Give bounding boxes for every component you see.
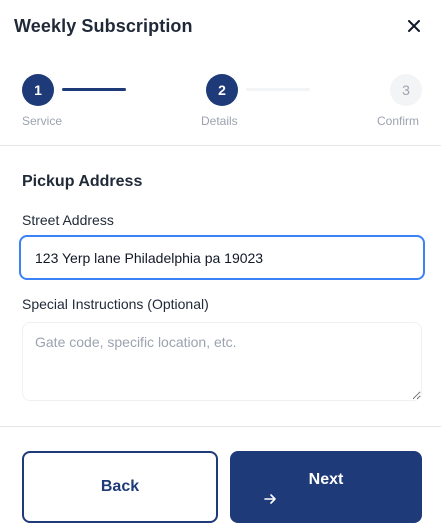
section-title: Pickup Address [22, 173, 143, 190]
progress-stepper: 1 Service 2 Details 3 Confirm [0, 70, 441, 140]
step-2-circle: 2 [206, 74, 238, 106]
step-1-connector [62, 88, 126, 91]
street-address-input[interactable] [19, 235, 425, 280]
street-address-label: Street Address [22, 212, 114, 228]
back-button[interactable]: Back [22, 451, 218, 523]
special-instructions-textarea[interactable] [22, 322, 422, 401]
special-instructions-label: Special Instructions (Optional) [22, 296, 209, 312]
step-1-label: Service [22, 114, 63, 128]
stepper-divider [0, 145, 441, 146]
step-1-circle: 1 [22, 74, 54, 106]
next-button-label: Next [308, 471, 344, 488]
modal-header: Weekly Subscription [0, 0, 441, 54]
footer-divider [0, 426, 441, 427]
step-2-label: Details [201, 114, 238, 128]
close-icon [408, 20, 420, 32]
step-3-circle: 3 [390, 74, 422, 106]
next-button[interactable]: Next [230, 451, 422, 523]
step-3-label: Confirm [377, 114, 420, 128]
modal-title: Weekly Subscription [14, 16, 193, 36]
back-button-label: Back [100, 478, 140, 495]
close-button[interactable] [404, 16, 424, 36]
step-2-connector [246, 88, 310, 91]
arrow-right-icon [264, 494, 276, 504]
